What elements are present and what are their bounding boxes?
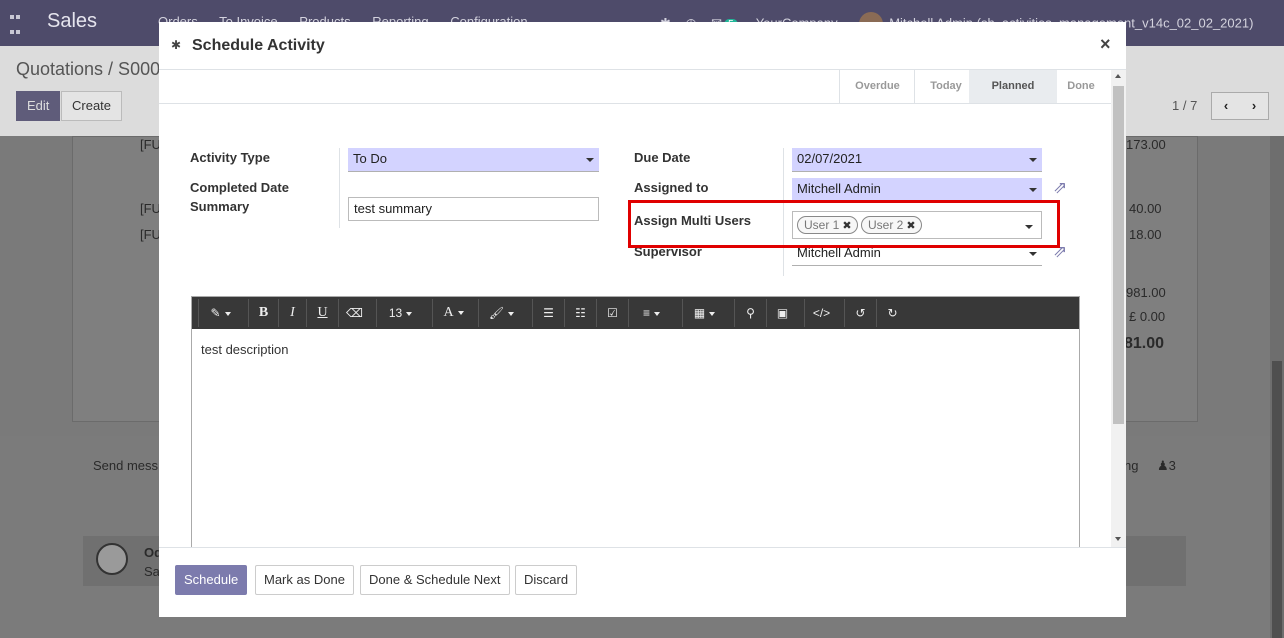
chevron-left-icon[interactable]: ‹ [1212, 93, 1240, 119]
font-size-select[interactable]: 13 [376, 299, 424, 327]
italic-icon[interactable]: I [278, 299, 306, 327]
chevron-down-icon [1029, 252, 1037, 256]
tax-amount: £ 0.00 [1129, 309, 1166, 324]
paint-brush-icon[interactable]: 🖌 [478, 299, 524, 327]
dialog-footer: Schedule Mark as Done Done & Schedule Ne… [159, 547, 1126, 617]
align-icon[interactable]: ≡ [628, 299, 674, 327]
scroll-up-icon [1115, 74, 1121, 78]
order-line-product: [FU [140, 227, 161, 242]
pager-buttons: ‹ › [1211, 92, 1269, 120]
page-scrollbar[interactable] [1270, 136, 1284, 638]
redo-icon[interactable]: ↻ [876, 299, 908, 327]
link-icon[interactable]: ⚲ [734, 299, 766, 327]
summary-input[interactable]: test summary [348, 197, 599, 221]
apps-menu-icon[interactable] [10, 15, 22, 36]
done-schedule-next-button[interactable]: Done & Schedule Next [360, 565, 510, 595]
magic-wand-icon[interactable]: ✎ [198, 299, 242, 327]
code-view-icon[interactable]: </> [804, 299, 838, 327]
numbered-list-icon[interactable]: ☷ [564, 299, 596, 327]
activity-type-select[interactable]: To Do [348, 148, 599, 172]
chevron-down-icon [1029, 188, 1037, 192]
author-avatar [96, 543, 128, 575]
font-color-icon[interactable]: A [432, 299, 474, 327]
mark-as-done-button[interactable]: Mark as Done [255, 565, 354, 595]
underline-icon[interactable]: U [306, 299, 338, 327]
editor-toolbar: ✎ B I U ⌫ 13 A 🖌 ☰ ☷ ☑ ≡ ▦ ⚲ ▣ </> ↺ ↻ [192, 297, 1079, 329]
stage-planned[interactable]: Planned [969, 70, 1057, 103]
line-amount: 173.00 [1126, 137, 1166, 152]
followers-count[interactable]: ♟3 [1157, 458, 1176, 474]
create-button[interactable]: Create [61, 91, 123, 121]
line-amount: 40.00 [1129, 201, 1162, 216]
dialog-header: ✱ Schedule Activity × [159, 22, 1126, 70]
user-icon: ♟ [1157, 458, 1169, 473]
summary-label: Summary [190, 199, 250, 214]
line-amount: 18.00 [1129, 227, 1162, 242]
dialog-scrollbar[interactable] [1111, 70, 1126, 547]
pager-value[interactable]: 1 / 7 [1172, 98, 1197, 113]
chevron-down-icon [586, 158, 594, 162]
breadcrumb[interactable]: Quotations / S000 [16, 59, 160, 80]
following-button[interactable]: ng [1124, 458, 1138, 473]
message-body: Sa [144, 564, 160, 579]
scroll-down-icon [1115, 537, 1121, 541]
bug-icon: ✱ [171, 38, 182, 52]
order-line-product: [FU [140, 201, 161, 216]
discard-button[interactable]: Discard [515, 565, 578, 595]
assigned-to-value: Mitchell Admin [797, 181, 881, 196]
scroll-thumb [1113, 86, 1124, 424]
external-link-icon[interactable]: ⇗ [1053, 178, 1067, 198]
due-date-value: 02/07/2021 [797, 151, 863, 166]
close-icon[interactable]: × [1100, 34, 1111, 55]
table-icon[interactable]: ▦ [682, 299, 726, 327]
undo-icon[interactable]: ↺ [844, 299, 876, 327]
stage-done[interactable]: Done [1057, 70, 1105, 103]
checklist-icon[interactable]: ☑ [596, 299, 628, 327]
completed-date-label: Completed Date [190, 180, 289, 195]
image-icon[interactable]: ▣ [766, 299, 798, 327]
assigned-to-label: Assigned to [634, 180, 709, 195]
dialog-title: Schedule Activity [192, 37, 325, 54]
chevron-right-icon[interactable]: › [1240, 93, 1268, 119]
chevron-down-icon [1029, 158, 1037, 162]
stage-overdue[interactable]: Overdue [840, 70, 915, 103]
app-brand[interactable]: Sales [47, 10, 97, 33]
assigned-to-select[interactable]: Mitchell Admin [792, 178, 1042, 202]
activity-type-value: To Do [353, 151, 387, 166]
bullet-list-icon[interactable]: ☰ [532, 299, 564, 327]
dialog-body: Overdue Today Planned Done Activity Type… [159, 70, 1126, 547]
eraser-icon[interactable]: ⌫ [338, 299, 370, 327]
total-amount: 81.00 [1124, 335, 1165, 352]
stage-today[interactable]: Today [915, 70, 977, 103]
activity-statusbar: Overdue Today Planned Done [159, 70, 1111, 104]
order-line-product: [FU [140, 137, 161, 152]
send-message-button[interactable]: Send mess [93, 458, 158, 473]
untaxed-amount: 981.00 [1126, 285, 1166, 300]
edit-button[interactable]: Edit [16, 91, 61, 121]
highlight-box [628, 200, 1060, 248]
bold-icon[interactable]: B [248, 299, 278, 327]
schedule-button[interactable]: Schedule [175, 565, 248, 595]
editor-content[interactable]: test description [201, 342, 288, 357]
description-editor: ✎ B I U ⌫ 13 A 🖌 ☰ ☷ ☑ ≡ ▦ ⚲ ▣ </> ↺ ↻ t… [191, 296, 1080, 547]
schedule-activity-dialog: ✱ Schedule Activity × Overdue Today Plan… [159, 22, 1126, 617]
activity-type-label: Activity Type [190, 150, 270, 165]
due-date-field[interactable]: 02/07/2021 [792, 148, 1042, 172]
due-date-label: Due Date [634, 150, 691, 165]
